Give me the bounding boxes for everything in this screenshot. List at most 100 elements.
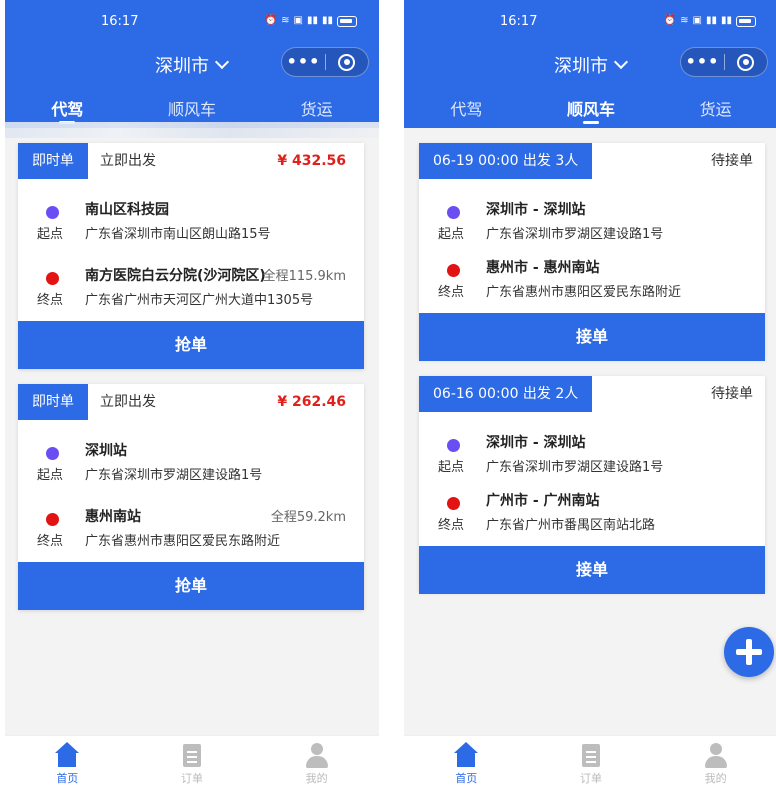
close-miniprogram-button[interactable] — [326, 53, 368, 71]
tab-designated-driving[interactable]: 代驾 — [5, 96, 130, 124]
tab-designated-driving[interactable]: 代驾 — [404, 96, 529, 120]
accept-order-button[interactable]: 接单 — [419, 313, 765, 361]
nav-label: 订单 — [579, 772, 602, 785]
departure-text: 立即出发 — [100, 394, 156, 410]
target-icon — [737, 53, 755, 71]
screen-carpool: 16:17 ⏰ ≋ ▣ ▮▮ ▮▮ 深圳市 ••• 代驾 顺风车 货运 06-1… — [404, 0, 776, 790]
start-address: 广东省深圳市罗湖区建设路1号 — [486, 227, 664, 242]
nav-home[interactable]: 首页 — [5, 736, 130, 790]
route-start: 南山区科技园 起点 广东省深圳市南山区朗山路15号 — [18, 191, 364, 249]
order-type-tag: 即时单 — [18, 384, 88, 420]
chevron-down-icon — [214, 54, 230, 70]
start-dot-icon — [46, 206, 59, 219]
end-dot-icon — [447, 497, 460, 510]
miniprogram-capsule: ••• — [680, 47, 768, 77]
start-dot-icon — [46, 447, 59, 460]
signal-icon: ▮▮ — [306, 15, 318, 26]
bottom-nav: 首页 订单 我的 — [404, 735, 776, 790]
screen-designated-driving: 16:17 ⏰ ≋ ▣ ▮▮ ▮▮ 深圳市 ••• 代驾 顺风车 货运 即时单 … — [5, 0, 379, 790]
tab-carpool[interactable]: 顺风车 — [529, 96, 654, 124]
start-address: 广东省深圳市罗湖区建设路1号 — [85, 468, 263, 483]
end-label: 终点 — [37, 293, 64, 308]
start-label: 起点 — [37, 227, 64, 242]
app-header: 16:17 ⏰ ≋ ▣ ▮▮ ▮▮ 深圳市 ••• 代驾 顺风车 货运 — [5, 0, 379, 128]
user-icon — [304, 742, 330, 768]
start-address: 广东省深圳市南山区朗山路15号 — [85, 227, 271, 242]
route-end: 惠州南站 全程59.2km 终点 广东省惠州市惠阳区爱民东路附近 — [18, 498, 364, 556]
more-icon[interactable]: ••• — [681, 48, 724, 76]
accept-order-button[interactable]: 接单 — [419, 546, 765, 594]
signal-icon: ▮▮ — [705, 15, 717, 26]
trip-time-tag: 06-19 00:00 出发 3人 — [419, 143, 593, 179]
nav-profile[interactable]: 我的 — [653, 736, 776, 790]
more-icon[interactable]: ••• — [282, 48, 325, 76]
miniprogram-capsule: ••• — [281, 47, 369, 77]
signal-icon: ▮▮ — [321, 15, 333, 26]
tab-freight[interactable]: 货运 — [653, 96, 776, 120]
start-place: 南山区科技园 — [85, 202, 169, 218]
close-miniprogram-button[interactable] — [725, 53, 767, 71]
city-name: 深圳市 — [554, 56, 608, 77]
end-place: 南方医院白云分院(沙河院区) — [85, 268, 266, 284]
wifi-icon: ≋ — [680, 15, 689, 26]
order-icon — [179, 742, 205, 768]
order-price: ¥ 262.46 — [277, 394, 346, 410]
end-label: 终点 — [438, 285, 465, 300]
order-icon — [578, 742, 604, 768]
battery-icon — [736, 15, 756, 27]
trip-distance: 全程59.2km — [270, 510, 346, 525]
home-icon — [453, 742, 479, 768]
city-selector[interactable]: 深圳市 — [554, 52, 629, 78]
hd-icon: ▣ — [293, 15, 303, 26]
end-address: 广东省广州市番禺区南站北路 — [486, 518, 656, 533]
nav-orders[interactable]: 订单 — [130, 736, 255, 790]
grab-order-button[interactable]: 抢单 — [18, 321, 364, 369]
user-icon — [703, 742, 729, 768]
end-place: 广州市 - 广州南站 — [486, 493, 600, 509]
end-dot-icon — [46, 272, 59, 285]
end-label: 终点 — [438, 518, 465, 533]
route-end: 南方医院白云分院(沙河院区) 全程115.9km 终点 广东省广州市天河区广州大… — [18, 257, 364, 315]
battery-icon — [337, 15, 357, 27]
start-place: 深圳站 — [85, 443, 127, 459]
route-end: 惠州市 - 惠州南站 终点 广东省惠州市惠阳区爱民东路附近 — [419, 249, 765, 307]
alarm-icon: ⏰ — [663, 15, 677, 26]
hd-icon: ▣ — [692, 15, 702, 26]
tab-carpool[interactable]: 顺风车 — [130, 96, 255, 120]
route-start: 深圳市 - 深圳站 起点 广东省深圳市罗湖区建设路1号 — [419, 424, 765, 482]
trip-status: 待接单 — [711, 386, 753, 402]
app-header: 16:17 ⏰ ≋ ▣ ▮▮ ▮▮ 深圳市 ••• 代驾 顺风车 货运 — [404, 0, 776, 128]
signal-icon: ▮▮ — [720, 15, 732, 26]
route-end: 广州市 - 广州南站 终点 广东省广州市番禺区南站北路 — [419, 482, 765, 540]
start-label: 起点 — [438, 460, 465, 475]
nav-home[interactable]: 首页 — [404, 736, 529, 790]
start-dot-icon — [447, 439, 460, 452]
trip-time-tag: 06-16 00:00 出发 2人 — [419, 376, 593, 412]
wifi-icon: ≋ — [281, 15, 290, 26]
tab-freight[interactable]: 货运 — [254, 96, 379, 120]
nav-label: 我的 — [704, 772, 727, 785]
end-dot-icon — [447, 264, 460, 277]
end-address: 广东省广州市天河区广州大道中1305号 — [85, 293, 314, 308]
service-tabs: 代驾 顺风车 货运 — [404, 96, 776, 124]
grab-order-button[interactable]: 抢单 — [18, 562, 364, 610]
order-card: 即时单 立即出发 ¥ 432.56 南山区科技园 起点 广东省深圳市南山区朗山路… — [18, 143, 364, 369]
trip-card: 06-16 00:00 出发 2人 待接单 深圳市 - 深圳站 起点 广东省深圳… — [419, 376, 765, 594]
add-trip-button[interactable] — [724, 627, 774, 677]
nav-profile[interactable]: 我的 — [254, 736, 379, 790]
nav-label: 首页 — [455, 772, 478, 785]
nav-label: 我的 — [305, 772, 328, 785]
city-selector[interactable]: 深圳市 — [155, 52, 230, 78]
order-price: ¥ 432.56 — [277, 153, 346, 169]
bottom-nav: 首页 订单 我的 — [5, 735, 379, 790]
departure-text: 立即出发 — [100, 153, 156, 169]
status-time: 16:17 — [101, 14, 139, 29]
end-address: 广东省惠州市惠阳区爱民东路附近 — [85, 534, 281, 549]
home-icon — [54, 742, 80, 768]
nav-orders[interactable]: 订单 — [529, 736, 654, 790]
order-type-tag: 即时单 — [18, 143, 88, 179]
end-place: 惠州南站 — [85, 509, 141, 525]
city-name: 深圳市 — [155, 56, 209, 77]
start-dot-icon — [447, 206, 460, 219]
start-label: 起点 — [438, 227, 465, 242]
